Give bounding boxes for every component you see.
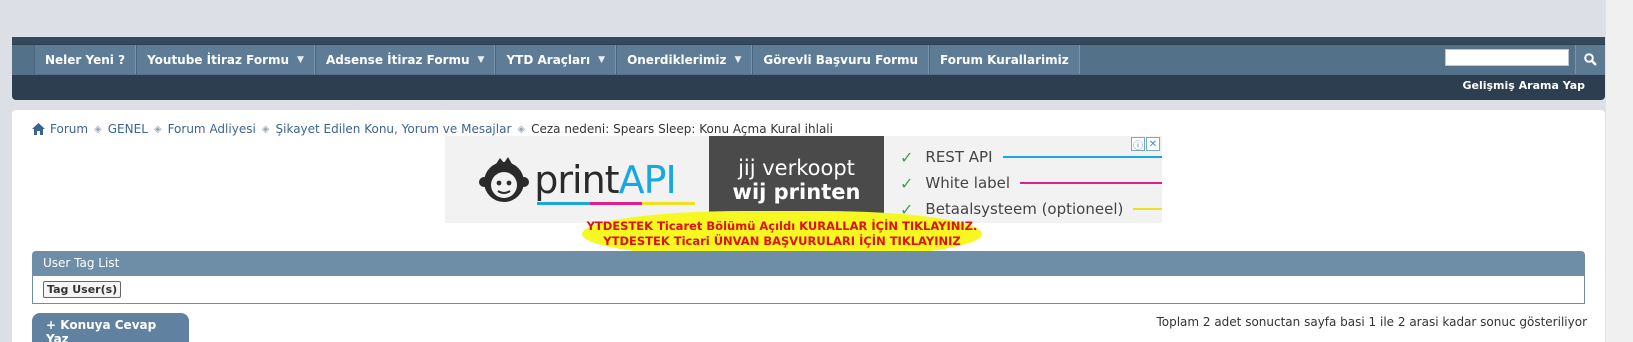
ad-info-icon[interactable]: ⓘ bbox=[1131, 137, 1145, 152]
ad-feature-text: Betaalsysteem (optioneel) bbox=[925, 200, 1124, 218]
ad-close-icon[interactable]: ✕ bbox=[1146, 137, 1160, 151]
ad-logo-panel: printAPI bbox=[445, 136, 709, 223]
search-icon bbox=[1584, 53, 1597, 66]
user-tag-list-title: User Tag List bbox=[33, 252, 1584, 276]
navbar-topline bbox=[12, 37, 1605, 44]
breadcrumb: Forum ◈ GENEL ◈ Forum Adliyesi ◈ Şikayet Edile… bbox=[32, 122, 833, 136]
breadcrumb-link[interactable]: Forum bbox=[50, 122, 88, 136]
breadcrumb-link[interactable]: Şikayet Edilen Konu, Yorum ve Mesajlar bbox=[276, 122, 512, 136]
ad-tagline-panel: jij verkoopt wij printen bbox=[709, 136, 884, 223]
promo-link-rules[interactable]: YTDESTEK Ticaret Bölümü Açıldı KURALLAR … bbox=[587, 219, 978, 234]
main-content: Forum ◈ GENEL ◈ Forum Adliyesi ◈ Şikayet Edile… bbox=[12, 110, 1605, 342]
search-input[interactable] bbox=[1445, 49, 1569, 66]
ad-logo-api: API bbox=[618, 157, 677, 202]
advertisement-banner[interactable]: printAPI jij verkoopt wij printen ⓘ ✕ ✓ R… bbox=[445, 136, 1162, 223]
ad-feature-text: White label bbox=[925, 174, 1011, 192]
tag-users-button[interactable]: Tag User(s) bbox=[43, 281, 122, 298]
chevron-down-icon: ▼ bbox=[598, 54, 606, 65]
nav-tab-0[interactable]: Neler Yeni ? bbox=[34, 45, 137, 74]
nav-tab-label: Görevli Başvuru Formu bbox=[763, 52, 919, 67]
nav-tab-2[interactable]: Adsense İtiraz Formu ▼ bbox=[314, 45, 496, 74]
breadcrumb-separator-icon: ◈ bbox=[153, 123, 162, 135]
ad-feature-row: ✓ White label bbox=[900, 170, 1162, 196]
nav-tab-label: Adsense İtiraz Formu bbox=[325, 52, 470, 67]
check-icon: ✓ bbox=[900, 147, 914, 167]
ad-tagline-1: jij verkoopt bbox=[738, 155, 855, 180]
monkey-logo-icon bbox=[479, 156, 530, 202]
nav-tab-1[interactable]: Youtube İtiraz Formu ▼ bbox=[136, 45, 315, 74]
breadcrumb-current: Ceza nedeni: Spears Sleep: Konu Açma Kur… bbox=[531, 122, 833, 136]
navbar: Neler Yeni ? Youtube İtiraz Formu ▼ Adsense… bbox=[12, 37, 1605, 100]
advanced-search-link[interactable]: Gelişmiş Arama Yap bbox=[1462, 79, 1585, 92]
nav-tab-6[interactable]: Forum Kurallarimiz bbox=[929, 45, 1080, 74]
user-tag-list-body: Tag User(s) bbox=[33, 276, 1584, 303]
breadcrumb-separator-icon: ◈ bbox=[517, 123, 526, 135]
user-tag-list: User Tag List Tag User(s) bbox=[32, 251, 1585, 304]
ad-feature-line bbox=[1002, 156, 1162, 158]
plus-icon: + bbox=[46, 318, 61, 332]
nav-tab-5[interactable]: Görevli Başvuru Formu bbox=[752, 45, 930, 74]
nav-tab-label: Onerdiklerimiz bbox=[627, 52, 727, 67]
check-icon: ✓ bbox=[900, 173, 914, 193]
ad-logo-text: printAPI bbox=[534, 157, 677, 202]
nav-tab-label: Youtube İtiraz Formu bbox=[147, 52, 290, 67]
ad-tagline-2: wij printen bbox=[732, 179, 861, 204]
nav-tab-label: Forum Kurallarimiz bbox=[940, 52, 1069, 67]
nav-tab-4[interactable]: Onerdiklerimiz ▼ bbox=[616, 45, 753, 74]
ad-logo-print: print bbox=[534, 157, 619, 202]
pager-info: Toplam 2 adet sonuctan sayfa basi 1 ile … bbox=[1156, 315, 1587, 329]
search-button[interactable] bbox=[1575, 45, 1605, 74]
ad-feature-row: ✓ REST API bbox=[900, 144, 1162, 170]
ad-choices[interactable]: ⓘ ✕ bbox=[1131, 137, 1160, 152]
ad-feature-line bbox=[1020, 182, 1162, 184]
chevron-down-icon: ▼ bbox=[297, 54, 304, 65]
ad-feature-text: REST API bbox=[925, 148, 993, 166]
reply-button-label: Konuya Cevap Yaz bbox=[46, 318, 157, 342]
nav-tab-label: Neler Yeni ? bbox=[45, 52, 126, 67]
page-scrollbar[interactable] bbox=[1605, 0, 1633, 342]
nav-tab-3[interactable]: YTD Araçları ▼ bbox=[495, 45, 617, 74]
ad-features-panel: ⓘ ✕ ✓ REST API ✓ White label ✓ Betaalsysteem … bbox=[884, 136, 1162, 223]
reply-button[interactable]: + Konuya Cevap Yaz bbox=[32, 313, 189, 342]
chevron-down-icon: ▼ bbox=[734, 54, 742, 65]
ad-feature-line bbox=[1133, 208, 1162, 210]
ad-logo-underline bbox=[537, 202, 696, 205]
breadcrumb-link[interactable]: GENEL bbox=[108, 122, 148, 136]
nav-tabs: Neler Yeni ? Youtube İtiraz Formu ▼ Adsense… bbox=[34, 45, 1080, 74]
breadcrumb-separator-icon: ◈ bbox=[94, 123, 102, 135]
home-icon[interactable] bbox=[32, 123, 45, 135]
promo-link-applications[interactable]: YTDESTEK Ticari ÜNVAN BAŞVURULARI İÇİN T… bbox=[603, 234, 960, 249]
breadcrumb-link[interactable]: Forum Adliyesi bbox=[168, 122, 256, 136]
chevron-down-icon: ▼ bbox=[477, 54, 485, 65]
breadcrumb-separator-icon: ◈ bbox=[261, 123, 270, 135]
nav-tab-label: YTD Araçları bbox=[506, 52, 591, 67]
